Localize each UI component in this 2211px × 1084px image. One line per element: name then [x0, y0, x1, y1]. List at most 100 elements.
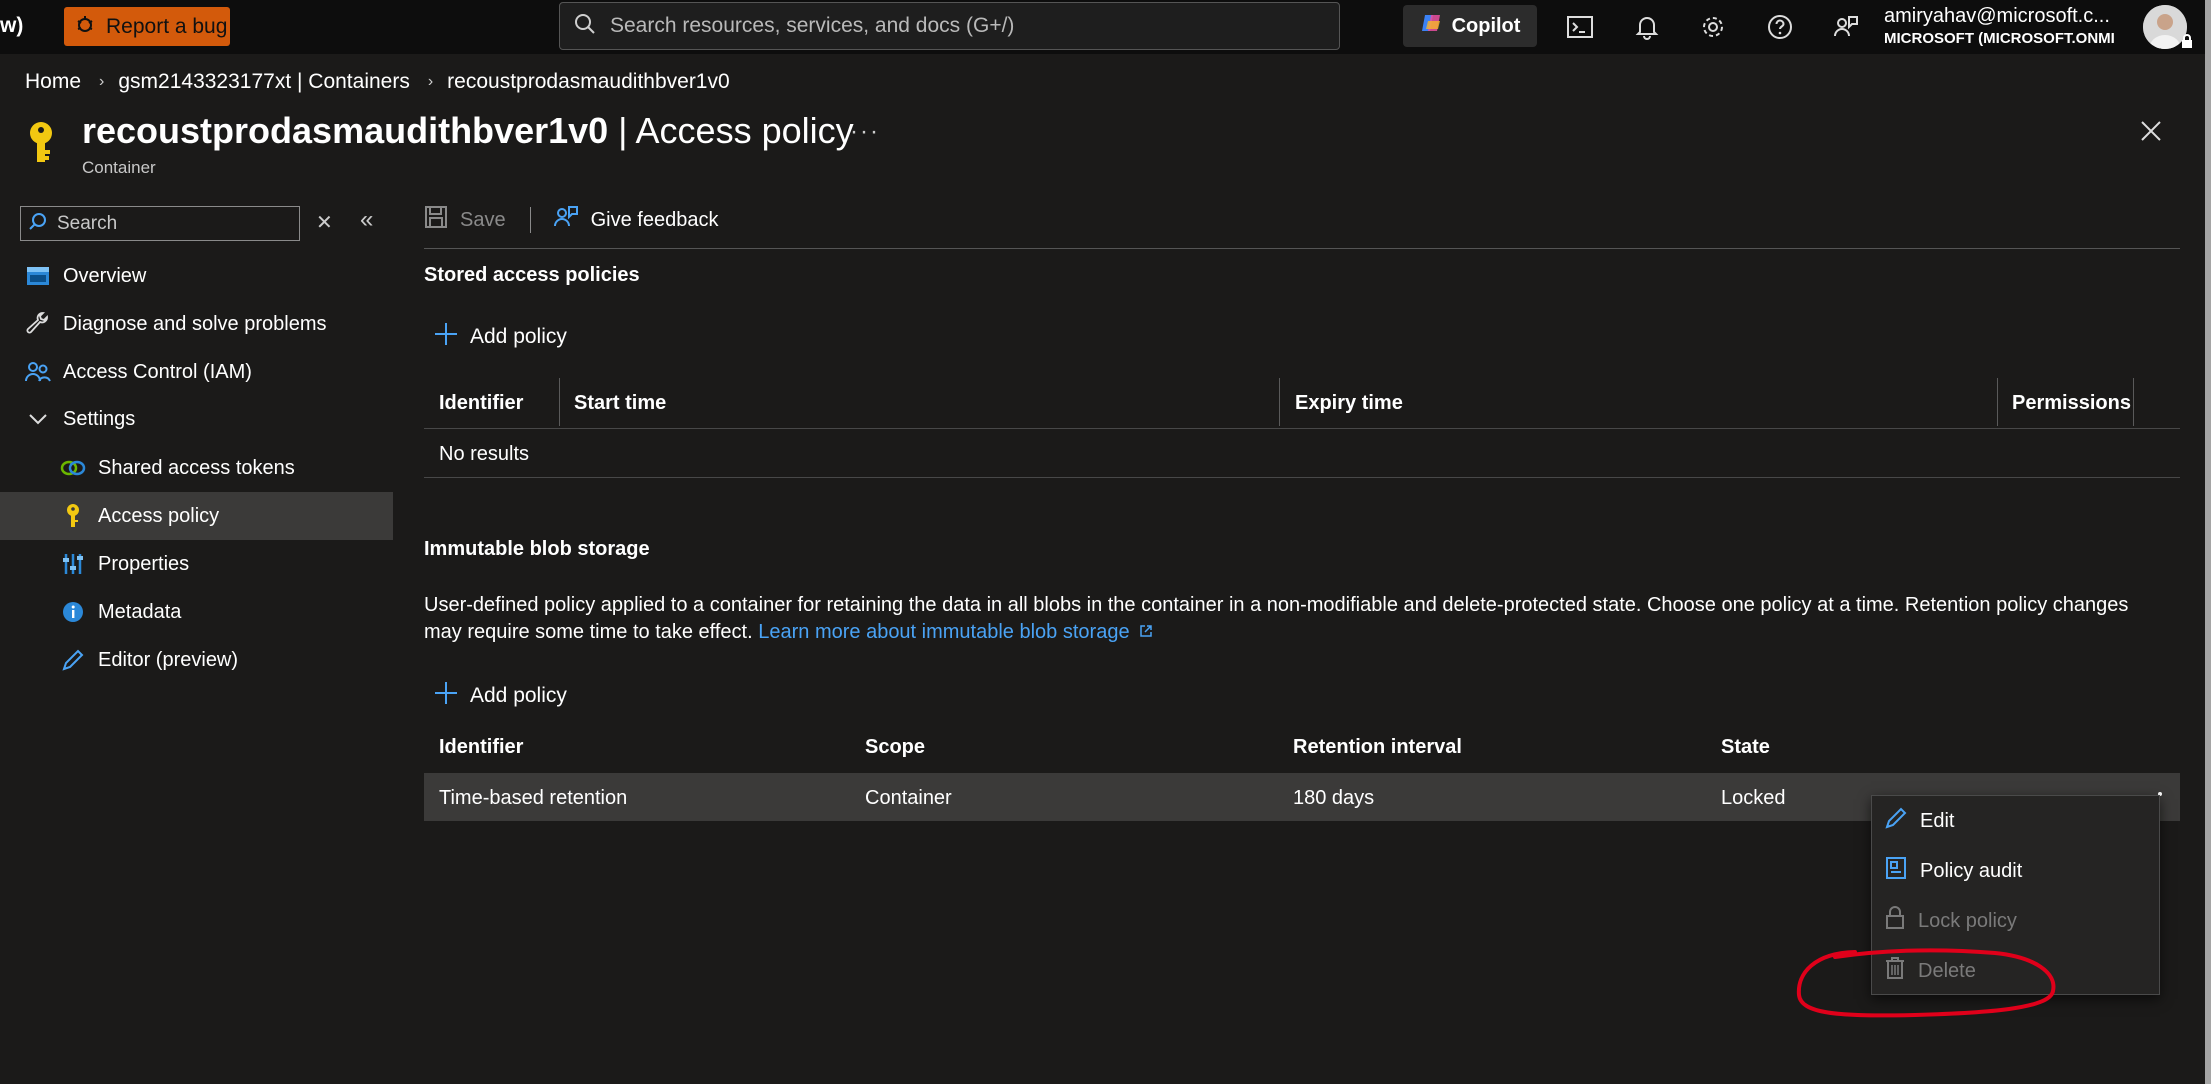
row-scope: Container	[865, 787, 952, 809]
plus-icon	[434, 681, 458, 711]
sidebar-item-properties[interactable]: Properties	[0, 540, 393, 588]
column-separator[interactable]	[2133, 378, 2134, 426]
key-icon	[26, 120, 56, 171]
scrollbar-strip	[2205, 0, 2211, 1084]
column-separator[interactable]	[1279, 378, 1280, 426]
close-icon[interactable]	[2140, 120, 2162, 147]
copilot-icon	[1420, 11, 1444, 41]
add-immutable-policy-button[interactable]: Add policy	[434, 681, 567, 711]
search-icon	[574, 13, 596, 40]
immutable-storage-description: User-defined policy applied to a contain…	[424, 592, 2164, 646]
breadcrumb-container[interactable]: recoustprodasmaudithbver1v0	[447, 70, 730, 94]
column-header-identifier[interactable]: Identifier	[439, 392, 523, 415]
page-title: recoustprodasmaudithbver1v0 | Access pol…	[82, 110, 854, 152]
feedback-person-icon[interactable]	[1829, 10, 1863, 44]
menu-item-lock-policy[interactable]: Lock policy	[1872, 896, 2159, 946]
page-subtitle: Container	[82, 158, 156, 177]
sidebar-item-label: Access policy	[98, 504, 220, 527]
sidebar-item-label: Metadata	[98, 600, 182, 623]
toolbar-divider	[529, 207, 531, 233]
sidebar-item-editor[interactable]: Editor (preview)	[0, 636, 393, 684]
menu-item-policy-audit[interactable]: Policy audit	[1872, 846, 2159, 896]
audit-icon	[1884, 856, 1908, 886]
command-bar: Save Give feedback	[424, 204, 718, 236]
account-lock-icon	[2182, 34, 2192, 48]
sidebar-item-label: Diagnose and solve problems	[63, 312, 327, 335]
breadcrumb-chevron-icon: ›	[427, 73, 434, 90]
sidebar-group-settings[interactable]: Settings	[0, 395, 393, 443]
feedback-person-icon	[553, 204, 579, 236]
sidebar-item-iam[interactable]: Access Control (IAM)	[0, 348, 393, 396]
global-search-box[interactable]	[559, 2, 1340, 50]
cloud-shell-icon[interactable]	[1563, 10, 1597, 44]
pencil-icon	[60, 647, 86, 673]
column-header-start-time[interactable]: Start time	[574, 392, 666, 415]
empty-table-text: No results	[439, 443, 530, 465]
give-feedback-label: Give feedback	[590, 208, 719, 231]
sidebar-item-label: Editor (preview)	[98, 648, 239, 671]
column-header-retention-interval[interactable]: Retention interval	[1293, 736, 1462, 759]
sidebar-item-shared-access-tokens[interactable]: Shared access tokens	[0, 444, 393, 492]
table-header-divider	[424, 428, 2180, 429]
account-menu[interactable]: amiryahav@microsoft.c... MICROSOFT (MICR…	[1884, 5, 2114, 47]
annotation-circle	[1796, 948, 2056, 1018]
plus-icon	[434, 322, 458, 352]
column-separator[interactable]	[1997, 378, 1998, 426]
column-header-permissions[interactable]: Permissions	[2012, 392, 2131, 415]
row-state: Locked	[1721, 787, 1786, 809]
settings-gear-icon[interactable]	[1696, 10, 1730, 44]
learn-more-link[interactable]: Learn more about immutable blob storage	[758, 621, 1153, 643]
column-header-state[interactable]: State	[1721, 736, 1770, 759]
menu-item-label: Policy audit	[1920, 859, 2023, 882]
menu-item-label: Lock policy	[1918, 909, 2017, 932]
people-icon	[25, 359, 51, 385]
sidebar-item-access-policy[interactable]: Access policy	[0, 492, 393, 540]
key-icon	[60, 503, 86, 529]
give-feedback-button[interactable]: Give feedback	[553, 204, 719, 236]
add-policy-label: Add policy	[470, 325, 567, 348]
clear-search-icon[interactable]: ✕	[316, 210, 333, 235]
table-bottom-divider	[424, 477, 2180, 478]
column-header-expiry-time[interactable]: Expiry time	[1295, 392, 1403, 415]
page-title-blade: | Access policy	[608, 110, 854, 151]
sidebar-search-input[interactable]	[55, 211, 285, 236]
collapse-sidebar-icon[interactable]: «	[360, 206, 373, 234]
global-search-input[interactable]	[608, 13, 1308, 39]
immutable-storage-title: Immutable blob storage	[424, 538, 650, 560]
breadcrumb-containers[interactable]: gsm2143323177xt | Containers	[118, 70, 409, 94]
sidebar-item-diagnose[interactable]: Diagnose and solve problems	[0, 300, 393, 348]
stored-policies-title: Stored access policies	[424, 264, 640, 286]
report-bug-button[interactable]: Report a bug	[64, 7, 230, 46]
top-bar: w) Report a bug Copilot amiryahav@micros…	[0, 0, 2211, 54]
save-button[interactable]: Save	[424, 205, 506, 235]
copilot-label: Copilot	[1451, 14, 1521, 37]
copilot-button[interactable]: Copilot	[1403, 5, 1537, 47]
learn-more-label: Learn more about immutable blob storage	[758, 621, 1130, 643]
wrench-icon	[25, 311, 51, 337]
sidebar-item-overview[interactable]: Overview	[0, 252, 393, 300]
app-title-fragment: w)	[0, 14, 24, 37]
sidebar-item-label: Properties	[98, 552, 190, 575]
notifications-bell-icon[interactable]	[1630, 10, 1664, 44]
breadcrumb-home[interactable]: Home	[25, 70, 81, 94]
page-title-resource: recoustprodasmaudithbver1v0	[82, 110, 609, 151]
help-icon[interactable]	[1763, 10, 1797, 44]
info-icon	[60, 599, 86, 625]
chevron-down-icon	[25, 406, 51, 432]
sidebar-search-box[interactable]	[20, 206, 300, 241]
row-identifier: Time-based retention	[439, 787, 628, 809]
sidebar-item-metadata[interactable]: Metadata	[0, 588, 393, 636]
column-header-identifier[interactable]: Identifier	[439, 736, 523, 759]
pencil-icon	[1884, 806, 1908, 836]
column-header-scope[interactable]: Scope	[865, 736, 925, 759]
account-tenant: MICROSOFT (MICROSOFT.ONMI...	[1884, 30, 2114, 47]
report-bug-label: Report a bug	[106, 14, 228, 38]
menu-item-label: Edit	[1920, 809, 1955, 832]
more-options-button[interactable]: ···	[850, 118, 880, 146]
sidebar-item-label: Settings	[63, 407, 136, 430]
add-policy-label: Add policy	[470, 684, 567, 707]
save-icon	[424, 205, 448, 235]
column-separator[interactable]	[559, 378, 560, 426]
menu-item-edit[interactable]: Edit	[1872, 796, 2159, 846]
add-stored-policy-button[interactable]: Add policy	[434, 322, 567, 352]
